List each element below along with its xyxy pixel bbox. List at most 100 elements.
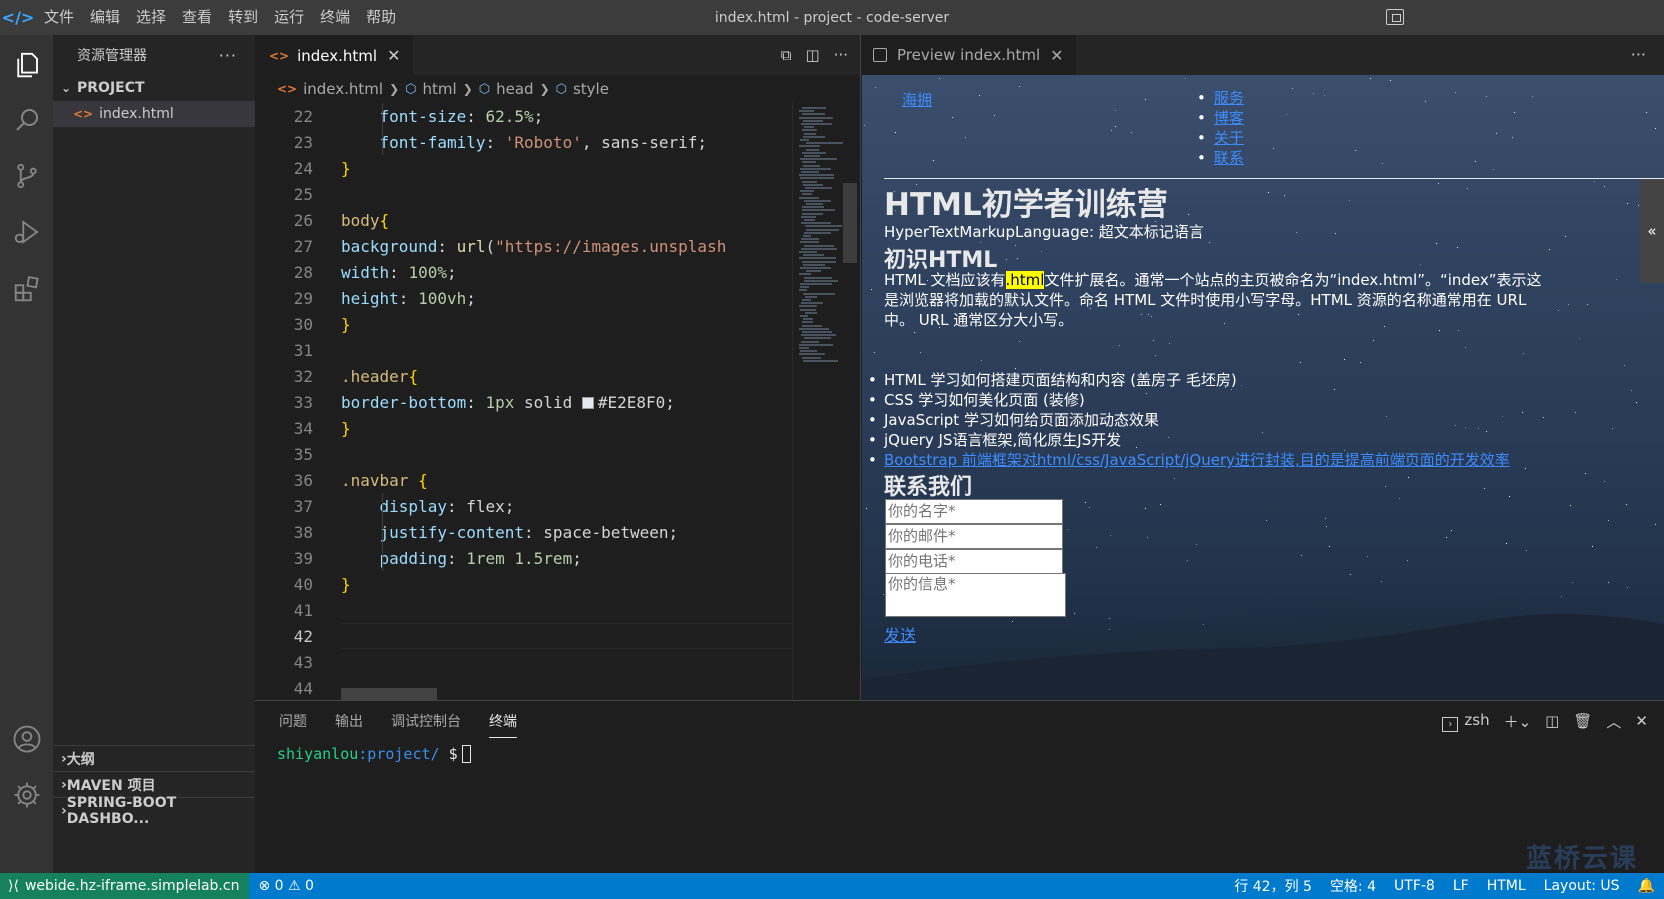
code-line[interactable]: 31	[255, 337, 792, 363]
menu-go[interactable]: 转到	[220, 0, 266, 35]
minimap-line	[803, 254, 824, 257]
close-tab-icon[interactable]: ✕	[1050, 46, 1063, 65]
code-line[interactable]: 28 width: 100%;	[255, 259, 792, 285]
language-mode[interactable]: HTML	[1478, 878, 1535, 894]
star	[1119, 345, 1120, 346]
terminal-prompt[interactable]: shiyanlou:project/ $	[277, 745, 471, 763]
email-input[interactable]: 你的邮件*	[885, 524, 1063, 549]
keyboard-layout[interactable]: Layout: US	[1535, 878, 1629, 894]
code-line[interactable]: 23 font-family: 'Roboto', sans-serif;	[255, 129, 792, 155]
code-line[interactable]: 32 .header{	[255, 363, 792, 389]
menu-terminal[interactable]: 终端	[312, 0, 358, 35]
code-line[interactable]: 38 justify-content: space-between;	[255, 519, 792, 545]
menu-edit[interactable]: 编辑	[82, 0, 128, 35]
send-link[interactable]: 发送	[884, 622, 916, 646]
menu-selection[interactable]: 选择	[128, 0, 174, 35]
nav-link-contact[interactable]: 联系	[1214, 149, 1244, 167]
minimap-slider[interactable]	[843, 183, 857, 263]
app-logo-icon[interactable]: </>	[0, 0, 36, 35]
account-icon[interactable]	[0, 711, 53, 767]
maximize-panel-icon[interactable]: ︿	[1606, 711, 1621, 732]
code-line[interactable]: 40}	[255, 571, 792, 597]
menu-file[interactable]: 文件	[36, 0, 82, 35]
encoding[interactable]: UTF-8	[1385, 878, 1444, 894]
tab-preview[interactable]: Preview index.html ✕	[861, 35, 1076, 75]
code-line[interactable]: 30}	[255, 311, 792, 337]
more-actions-icon[interactable]: ···	[219, 46, 237, 65]
menu-view[interactable]: 查看	[174, 0, 220, 35]
line-number: 34	[293, 418, 313, 438]
trash-icon[interactable]: 🗑	[1573, 712, 1592, 730]
code-line[interactable]: 34}	[255, 415, 792, 441]
name-input[interactable]: 你的名字*	[885, 499, 1063, 524]
more-actions-icon[interactable]: ···	[834, 46, 848, 64]
new-terminal-icon[interactable]: ＋⌄	[1504, 711, 1532, 732]
phone-input[interactable]: 你的电话*	[885, 549, 1063, 574]
tab-debug-console[interactable]: 调试控制台	[391, 711, 461, 731]
breadcrumb-file[interactable]: index.html	[303, 80, 383, 98]
paragraph-text: HTML 文档应该有	[884, 271, 1006, 289]
menu-help[interactable]: 帮助	[358, 0, 404, 35]
menu-run[interactable]: 运行	[266, 0, 312, 35]
code-line[interactable]: 24}	[255, 155, 792, 181]
code-line[interactable]: 35	[255, 441, 792, 467]
collapse-panel-icon[interactable]: «	[1640, 179, 1664, 283]
split-editor-icon[interactable]: ◫	[806, 46, 820, 64]
extensions-icon[interactable]	[0, 261, 53, 317]
problems-counter[interactable]: ⊗ 0 ⚠ 0	[249, 878, 322, 894]
tab-terminal[interactable]: 终端	[489, 711, 517, 738]
toggle-layout-icon[interactable]	[1386, 9, 1404, 25]
horizontal-scrollbar[interactable]	[341, 688, 437, 700]
end-of-line[interactable]: LF	[1444, 878, 1478, 894]
code-line[interactable]: 22 font-size: 62.5%;	[255, 103, 792, 129]
minimap-line	[802, 356, 821, 359]
outline-section[interactable]: › 大纲	[53, 745, 255, 771]
nav-link-about[interactable]: 关于	[1214, 129, 1244, 147]
split-terminal-icon[interactable]: ◫	[1545, 712, 1559, 730]
maven-section[interactable]: › MAVEN 项目	[53, 771, 255, 797]
breadcrumb-head[interactable]: head	[496, 80, 533, 98]
file-item-index-html[interactable]: <> index.html	[53, 101, 255, 127]
code-line[interactable]: 44	[255, 675, 792, 700]
cursor-position[interactable]: 行 42，列 5	[1225, 876, 1321, 896]
code-line[interactable]: 27 background: url("https://images.unspla…	[255, 233, 792, 259]
close-tab-icon[interactable]: ✕	[387, 46, 400, 65]
settings-gear-icon[interactable]	[0, 767, 53, 823]
code-line[interactable]: 29 height: 100vh;	[255, 285, 792, 311]
indentation[interactable]: 空格: 4	[1321, 876, 1385, 896]
notifications-bell-icon[interactable]: 🔔	[1629, 878, 1664, 894]
message-textarea[interactable]: 你的信息*	[885, 573, 1066, 617]
code-area[interactable]: 22 font-size: 62.5%; 23 font-family: 'Rob…	[255, 103, 792, 700]
color-swatch[interactable]	[581, 396, 594, 409]
site-logo-link[interactable]: 海拥	[902, 89, 932, 110]
spring-boot-section[interactable]: › SPRING-BOOT DASHBO...	[53, 795, 255, 827]
remote-indicator[interactable]: ⟩⟨ webide.hz-iframe.simplelab.cn	[0, 873, 250, 899]
list-item-link[interactable]: Bootstrap 前端框架对html/css/JavaScript/jQuer…	[868, 450, 1510, 470]
code-line[interactable]: 33 border-bottom: 1px solid #E2E8F0;	[255, 389, 792, 415]
code-line[interactable]: 37 display: flex;	[255, 493, 792, 519]
explorer-icon[interactable]	[0, 37, 53, 93]
minimap[interactable]	[792, 103, 860, 700]
more-actions-icon[interactable]: ···	[1631, 35, 1646, 75]
project-folder[interactable]: ⌄ PROJECT	[53, 75, 255, 101]
close-panel-icon[interactable]: ✕	[1635, 712, 1648, 730]
code-line[interactable]: 43	[255, 649, 792, 675]
code-line[interactable]: 26 body{	[255, 207, 792, 233]
nav-link-services[interactable]: 服务	[1214, 89, 1244, 107]
tab-index-html[interactable]: <> index.html ✕	[255, 35, 413, 75]
tab-problems[interactable]: 问题	[279, 711, 307, 731]
code-line[interactable]: 36 .navbar {	[255, 467, 792, 493]
terminal-shell-selector[interactable]: › zsh	[1442, 711, 1490, 732]
search-icon[interactable]	[0, 92, 53, 148]
code-line[interactable]: 41	[255, 597, 792, 623]
code-line[interactable]: 25	[255, 181, 792, 207]
breadcrumb-html[interactable]: html	[423, 80, 457, 98]
code-line[interactable]: 39 padding: 1rem 1.5rem;	[255, 545, 792, 571]
source-control-icon[interactable]	[0, 148, 53, 204]
code-line[interactable]: 42	[255, 623, 792, 649]
tab-output[interactable]: 输出	[335, 711, 363, 731]
nav-link-blog[interactable]: 博客	[1214, 109, 1244, 127]
breadcrumb-style[interactable]: style	[573, 80, 609, 98]
run-debug-icon[interactable]	[0, 204, 53, 260]
open-preview-icon[interactable]: ⧉	[781, 46, 792, 64]
